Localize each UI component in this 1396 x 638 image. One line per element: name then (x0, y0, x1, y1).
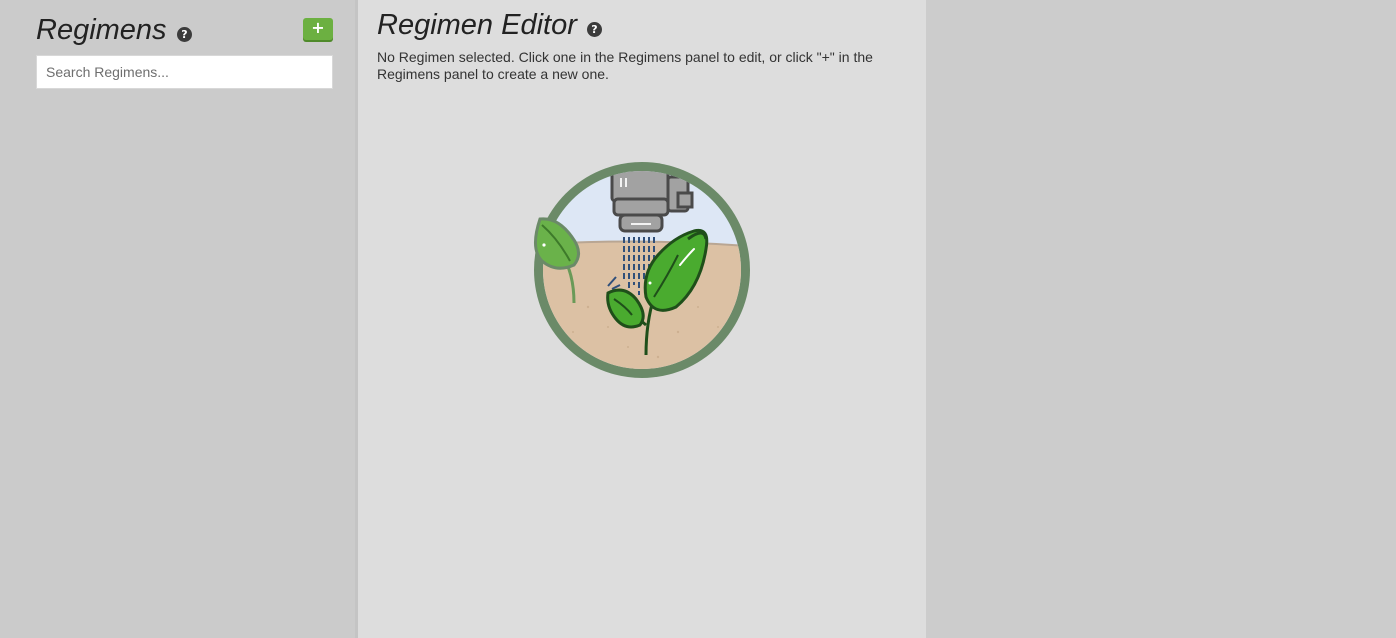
empty-state-message: No Regimen selected. Click one in the Re… (377, 49, 873, 82)
add-regimen-button[interactable]: + (303, 18, 333, 40)
plant-watering-illustration (534, 162, 750, 378)
details-panel (926, 0, 1396, 638)
app-root: Regimens ? + Regimen Editor ? No Regimen… (0, 0, 1396, 638)
regimens-panel-title: Regimens (36, 14, 167, 46)
search-regimens-input[interactable] (36, 55, 333, 89)
regimen-editor-panel: Regimen Editor ? No Regimen selected. Cl… (358, 0, 926, 638)
help-icon[interactable]: ? (587, 22, 602, 37)
help-icon[interactable]: ? (177, 27, 192, 42)
regimen-editor-title: Regimen Editor (377, 9, 577, 41)
regimens-panel: Regimens ? + (0, 0, 357, 638)
